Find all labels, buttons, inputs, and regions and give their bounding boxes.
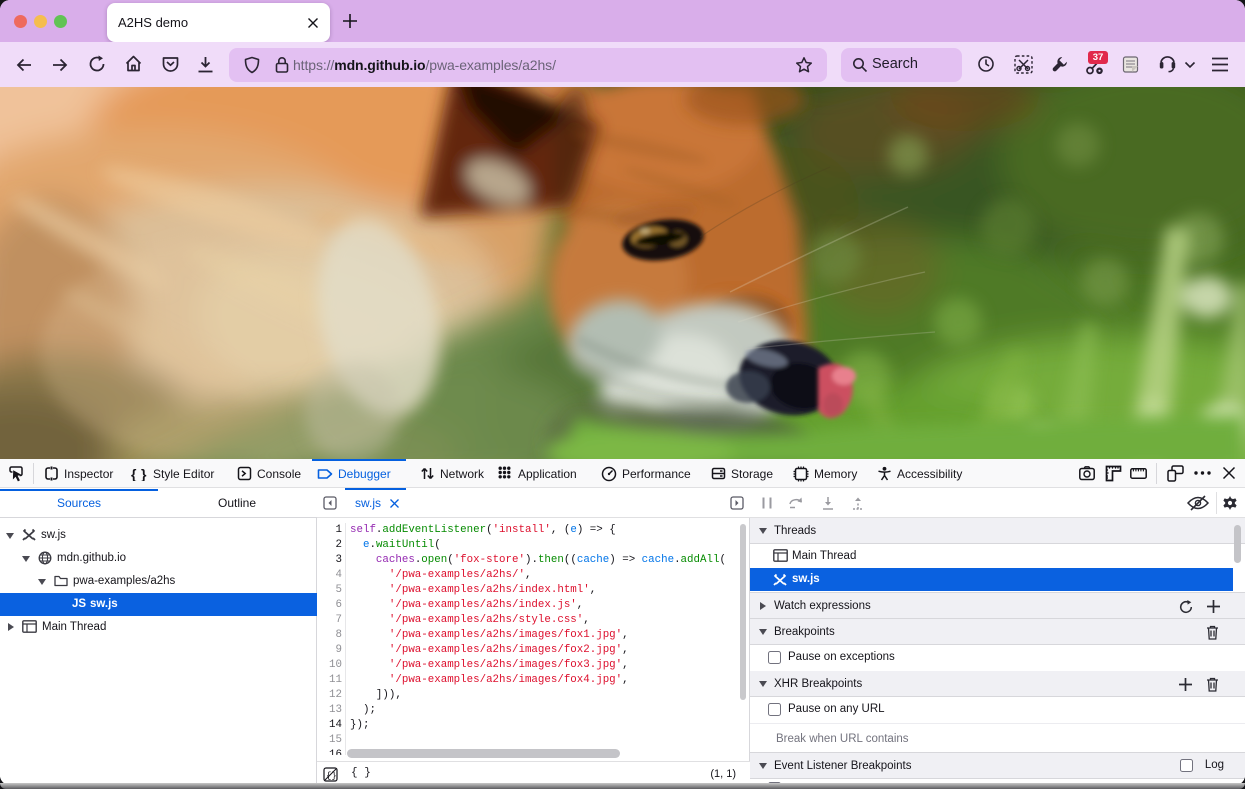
svg-text:{}: {} xyxy=(326,771,337,781)
svg-text:}: } xyxy=(141,467,147,481)
svg-text:{: { xyxy=(131,467,137,481)
